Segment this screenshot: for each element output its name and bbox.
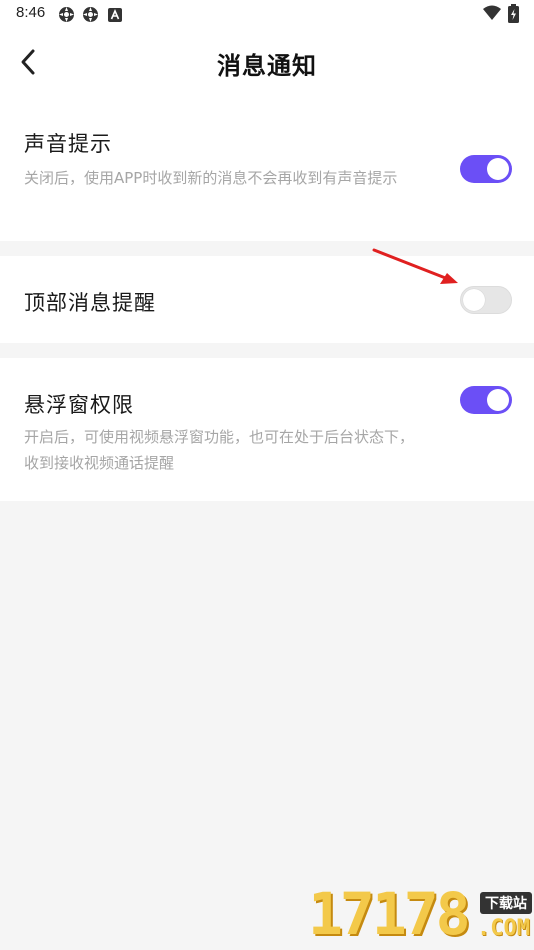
wifi-icon (483, 5, 501, 25)
sound-alert-toggle[interactable] (460, 155, 512, 183)
status-time: 8:46 (16, 4, 46, 21)
status-bar: 8:46 (0, 0, 534, 28)
screen: 8:46 消息通知 声音提示 关闭后，使用APP时收到新的消息不会再收到有声音提… (0, 0, 534, 950)
a-icon (108, 7, 122, 26)
watermark-digits: 17178 (308, 880, 471, 948)
watermark-logo: 17178 下载站 .COM (308, 880, 534, 950)
toggle-knob (487, 389, 509, 411)
annotation-arrow-icon (372, 248, 458, 284)
settings-icon (82, 6, 99, 27)
setting-description: 关闭后，使用APP时收到新的消息不会再收到有声音提示 (24, 169, 398, 187)
header: 消息通知 (0, 28, 534, 98)
floating-window-toggle[interactable] (460, 386, 512, 414)
settings-icon (58, 6, 75, 27)
setting-title: 顶部消息提醒 (24, 291, 156, 315)
top-message-reminder-toggle[interactable] (460, 286, 512, 314)
setting-description: 开启后，可使用视频悬浮窗功能，也可在处于后台状态下，收到接收视频通话提醒 (24, 428, 415, 472)
setting-floating-window-permission: 悬浮窗权限 开启后，可使用视频悬浮窗功能，也可在处于后台状态下，收到接收视频通话… (0, 358, 534, 501)
toggle-knob (487, 158, 509, 180)
toggle-knob (463, 289, 485, 311)
watermark-suffix: .COM (477, 916, 530, 941)
setting-sound-alert: 声音提示 关闭后，使用APP时收到新的消息不会再收到有声音提示 (0, 98, 534, 241)
setting-title: 悬浮窗权限 (24, 393, 134, 417)
page-title: 消息通知 (217, 52, 317, 80)
watermark-badge: 下载站 (480, 892, 532, 914)
setting-title: 声音提示 (24, 132, 112, 156)
battery-charging-icon (508, 4, 519, 27)
